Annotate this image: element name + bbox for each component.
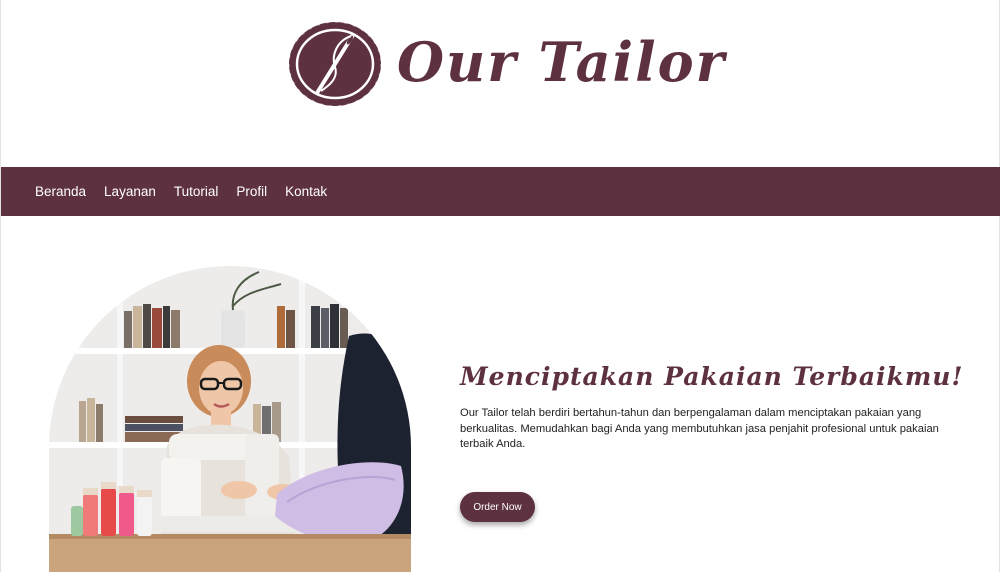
nav-item-beranda[interactable]: Beranda [35, 184, 86, 199]
hero-title: Menciptakan Pakaian Terbaikmu! [460, 362, 964, 391]
site-header: Our Tailor [1, 0, 1000, 167]
main-navbar: Beranda Layanan Tutorial Profil Kontak [1, 167, 1000, 216]
hero-photo [49, 266, 411, 572]
order-now-button[interactable]: Order Now [460, 492, 535, 522]
nav-item-tutorial[interactable]: Tutorial [174, 184, 219, 199]
hero-description: Our Tailor telah berdiri bertahun-tahun … [460, 407, 939, 450]
nav-item-kontak[interactable]: Kontak [285, 184, 327, 199]
needle-thread-icon[interactable] [287, 21, 383, 107]
nav-item-profil[interactable]: Profil [236, 184, 267, 199]
nav-item-layanan[interactable]: Layanan [104, 184, 156, 199]
brand-name: Our Tailor [397, 30, 727, 94]
